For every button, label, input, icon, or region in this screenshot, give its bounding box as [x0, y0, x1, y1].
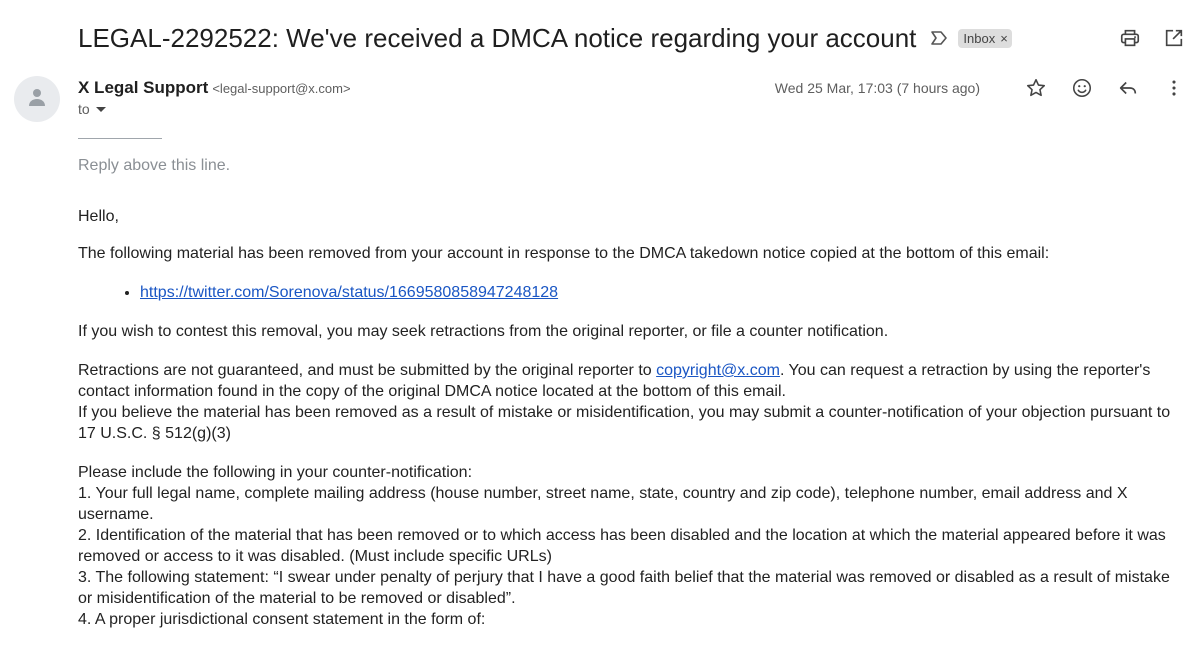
- remove-label-button[interactable]: ×: [1000, 31, 1008, 46]
- list-item: 2. Identification of the material that h…: [78, 527, 1166, 565]
- more-vertical-icon[interactable]: [1162, 76, 1186, 100]
- star-icon[interactable]: [1024, 76, 1048, 100]
- chevron-down-icon: [95, 106, 106, 112]
- sender-line: X Legal Support <legal-support@x.com>: [78, 78, 351, 98]
- message-meta: Wed 25 Mar, 17:03 (7 hours ago): [775, 76, 1186, 100]
- contest-paragraph: If you wish to contest this removal, you…: [78, 323, 889, 340]
- open-in-new-window-icon[interactable]: [1162, 26, 1186, 50]
- inbox-label-chip: Inbox ×: [958, 28, 1012, 48]
- list-item: 4. A proper jurisdictional consent state…: [78, 611, 486, 628]
- emoji-icon[interactable]: [1070, 76, 1094, 100]
- greeting: Hello,: [78, 208, 119, 225]
- to-label: to: [78, 101, 90, 117]
- subject-row: LEGAL-2292522: We've received a DMCA not…: [78, 20, 1012, 56]
- retraction-text-before: Retractions are not guaranteed, and must…: [78, 362, 657, 379]
- person-icon: [25, 85, 49, 114]
- label-chip-text: Inbox: [963, 30, 996, 46]
- top-actions: [1118, 26, 1186, 50]
- recipient-toggle[interactable]: to: [78, 101, 106, 117]
- sender-email: <legal-support@x.com>: [212, 81, 351, 96]
- retraction-paragraph: Retractions are not guaranteed, and must…: [78, 360, 1188, 402]
- removed-material-link[interactable]: https://twitter.com/Sorenova/status/1669…: [140, 284, 558, 301]
- list-item: 1. Your full legal name, complete mailin…: [78, 485, 1128, 523]
- removal-notice-paragraph: The following material has been removed …: [78, 245, 1050, 262]
- sender-name[interactable]: X Legal Support: [78, 78, 208, 98]
- removed-material-list: https://twitter.com/Sorenova/status/1669…: [78, 282, 1188, 303]
- message-body: —————— Reply above this line. Hello, The…: [78, 130, 1188, 630]
- email-view: LEGAL-2292522: We've received a DMCA not…: [0, 0, 1200, 655]
- reply-above-text: Reply above this line.: [78, 157, 231, 174]
- reply-icon[interactable]: [1116, 76, 1140, 100]
- counter-notification-paragraph: If you believe the material has been rem…: [78, 404, 1171, 442]
- include-intro: Please include the following in your cou…: [78, 464, 473, 481]
- print-icon[interactable]: [1118, 26, 1142, 50]
- email-subject: LEGAL-2292522: We've received a DMCA not…: [78, 22, 917, 53]
- reply-separator: ——————: [78, 129, 162, 145]
- copyright-email-link[interactable]: copyright@x.com: [656, 362, 780, 379]
- important-marker-icon[interactable]: [930, 30, 950, 46]
- list-item: https://twitter.com/Sorenova/status/1669…: [140, 282, 1188, 303]
- list-item: 3. The following statement: “I swear und…: [78, 569, 1170, 607]
- sender-avatar[interactable]: [14, 76, 60, 122]
- message-date: Wed 25 Mar, 17:03 (7 hours ago): [774, 80, 980, 96]
